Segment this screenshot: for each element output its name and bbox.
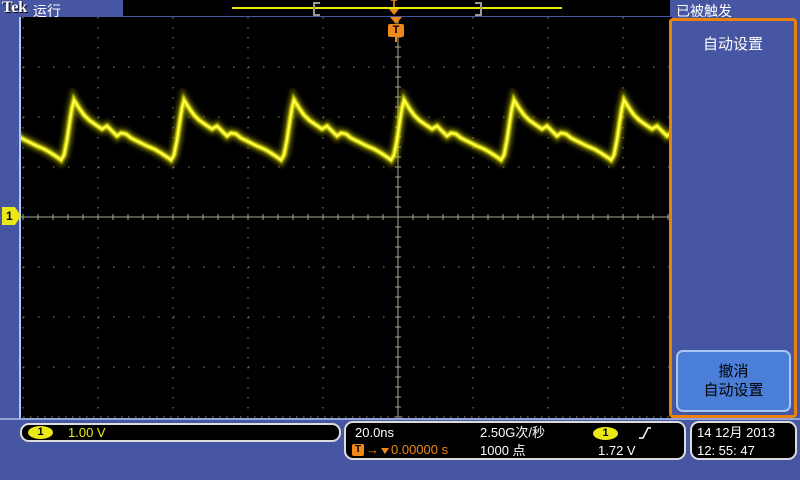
tek-logo: Tek (2, 0, 28, 16)
record-view-strip: T (123, 0, 670, 16)
graticule-and-waveform (21, 16, 671, 418)
down-arrow-icon (381, 447, 389, 454)
horizontal-trigger-readout: 20.0ns 2.50G次/秒 1 T → 0.00000 s 1000 点 1… (344, 421, 686, 460)
time-value: 12: 55: 47 (697, 443, 755, 458)
down-arrow-icon (390, 17, 402, 24)
undo-autoset-button[interactable]: 撤消 自动设置 (676, 350, 791, 412)
trigger-level-value: 1.72 V (598, 443, 636, 458)
trigger-position-value: 0.00000 s (391, 442, 449, 457)
side-menu-panel: 自动设置 撤消 自动设置 (669, 18, 797, 418)
display-bottom-border (0, 418, 800, 420)
ch1-scale-value: 1.00 V (68, 425, 106, 440)
menu-title: 自动设置 (702, 36, 763, 53)
date-value: 14 12月 2013 (697, 425, 776, 440)
timebase-value: 20.0ns (355, 425, 395, 440)
rising-edge-icon (639, 427, 651, 439)
trigger-position-readout: T → 0.00000 s (352, 443, 448, 457)
arrow-right-icon: → (366, 442, 379, 457)
acquisition-status: 运行 (33, 3, 61, 19)
trigger-t-chip-icon: T (352, 444, 364, 456)
ch1-waveform (21, 87, 671, 168)
graticule-grid (21, 16, 671, 418)
ch1-badge: 1 (28, 426, 53, 439)
trigger-source-badge: 1 (593, 427, 618, 440)
record-window-bracket-left-icon (313, 2, 320, 16)
record-trigger-position-icon: T (386, 0, 402, 15)
top-status-bar: Tek 运行 T 已被触发 (0, 0, 800, 19)
sample-rate-value: 2.50G次/秒 (480, 425, 546, 440)
datetime-readout: 14 12月 2013 12: 55: 47 (690, 421, 797, 460)
ch1-readout: 1 1.00 V (20, 423, 341, 442)
record-length-value: 1000 点 (480, 443, 526, 458)
record-window-bracket-right-icon (475, 2, 482, 16)
trigger-position-marker: T (387, 17, 405, 42)
